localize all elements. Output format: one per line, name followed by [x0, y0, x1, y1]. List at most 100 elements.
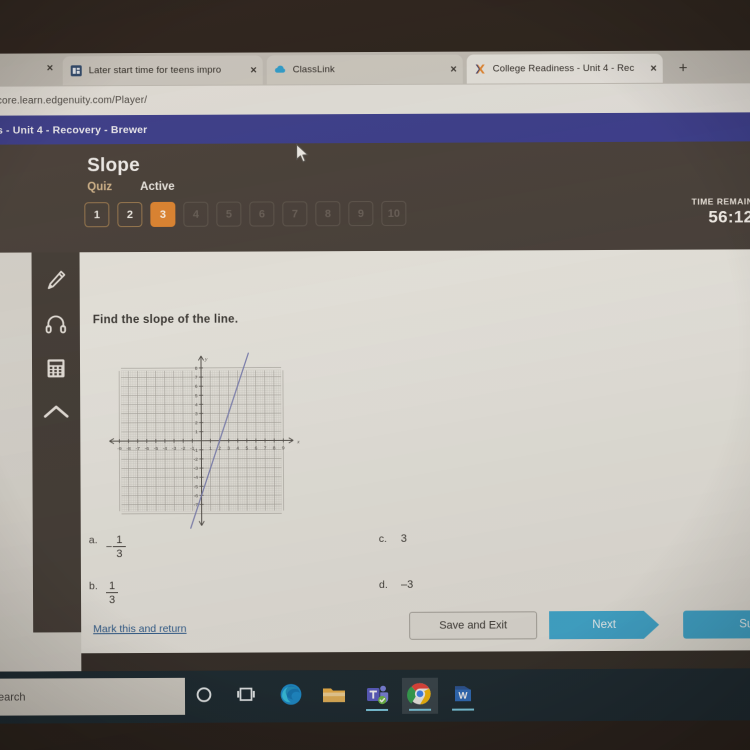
svg-text:-4: -4 [163, 446, 168, 452]
url-text: core.learn.edgenuity.com/Player/ [0, 94, 148, 107]
minus-sign: − [105, 541, 113, 554]
new-tab-button[interactable]: + [679, 60, 688, 77]
edge-button[interactable] [273, 678, 309, 714]
question-prompt: Find the slope of the line. [92, 313, 239, 327]
photograph-of-monitor: × Later start time for teens impro × Cla… [0, 0, 750, 750]
graph-svg: -9 -8 -7 -6 -5 -4 -3 -2 -1 1 2 3 4 5 6 7 8 987654321-1-2-… [109, 352, 300, 529]
activity-status-label: Active [140, 180, 175, 194]
choice-value-a: − 1 3 [106, 534, 126, 561]
activity-type-label: Quiz [87, 181, 113, 194]
svg-text:-5: -5 [154, 446, 159, 452]
word-button[interactable]: W [445, 678, 481, 714]
browser-address-bar[interactable]: core.learn.edgenuity.com/Player/ [0, 83, 750, 116]
answer-choice-b[interactable]: b. 1 3 [88, 580, 119, 607]
question-number-7[interactable]: 7 [282, 201, 308, 227]
choice-value-b: 1 3 [105, 580, 119, 607]
coordinate-graph: -9 -8 -7 -6 -5 -4 -3 -2 -1 1 2 3 4 5 6 7 8 9 8 7 6 5 4 3 2 1 -1 -2-… [90, 327, 311, 546]
svg-text:8: 8 [273, 445, 276, 451]
svg-text:3: 3 [227, 446, 230, 452]
svg-text:6: 6 [195, 384, 198, 390]
svg-text:4: 4 [236, 446, 239, 452]
question-number-10[interactable]: 10 [381, 200, 407, 226]
timer-label: TIME REMAIN [691, 196, 750, 207]
save-and-exit-button[interactable]: Save and Exit [409, 611, 538, 640]
question-number-6[interactable]: 6 [249, 201, 275, 227]
task-view-button[interactable] [228, 678, 264, 714]
svg-text:4: 4 [195, 402, 198, 408]
svg-text:2: 2 [218, 446, 221, 452]
word-icon: W [451, 681, 475, 710]
audio-tool-button[interactable] [32, 304, 80, 348]
circle-icon [194, 684, 214, 709]
windows-taskbar: earch W [0, 668, 750, 724]
question-number-1[interactable]: 1 [84, 202, 110, 228]
question-number-5[interactable]: 5 [216, 201, 242, 227]
svg-text:5: 5 [195, 393, 198, 399]
fraction-denominator: 3 [109, 594, 116, 607]
svg-text:-8: -8 [126, 446, 131, 452]
monitor-screen: × Later start time for teens impro × Cla… [0, 50, 750, 672]
svg-text:-7: -7 [135, 446, 140, 452]
svg-text:-4: -4 [194, 475, 199, 481]
next-button[interactable]: Next [549, 611, 659, 639]
question-number-4[interactable]: 4 [183, 201, 209, 227]
browser-tab-edgenuity[interactable]: College Readiness - Unit 4 - Rec × [466, 53, 663, 84]
question-number-nav: 1 2 3 4 5 6 7 8 9 10 [84, 200, 407, 228]
mouse-cursor [295, 143, 310, 169]
svg-text:3: 3 [195, 411, 198, 417]
svg-text:-9: -9 [117, 446, 122, 452]
svg-text:-1: -1 [194, 448, 199, 454]
answer-choice-a[interactable]: a. − 1 3 [89, 534, 126, 561]
question-number-8[interactable]: 8 [315, 201, 341, 227]
file-explorer-button[interactable] [316, 678, 352, 714]
news-favicon [69, 64, 83, 78]
question-number-2[interactable]: 2 [117, 202, 143, 228]
collapse-tool-button[interactable] [32, 392, 80, 436]
mark-and-return-link[interactable]: Mark this and return [93, 623, 186, 635]
browser-tab-news[interactable]: Later start time for teens impro × [62, 55, 263, 86]
answer-choice-c[interactable]: c. 3 [379, 533, 407, 545]
question-footer: Mark this and return Save and Exit Next … [81, 606, 750, 653]
chrome-button[interactable] [401, 677, 439, 714]
submit-button[interactable]: Submit [683, 610, 750, 639]
svg-text:2: 2 [195, 420, 198, 426]
browser-tab-classlink[interactable]: ClassLink × [266, 54, 463, 85]
svg-text:1: 1 [195, 429, 198, 435]
highlighter-tool-button[interactable] [32, 260, 80, 304]
chrome-running-indicator [409, 708, 432, 711]
timer-value: 56:12 [708, 207, 750, 227]
course-breadcrumb-bar: s - Unit 4 - Recovery - Brewer [0, 112, 750, 145]
taskbar-search-input[interactable]: earch [0, 677, 186, 716]
calculator-tool-button[interactable] [32, 348, 80, 392]
headphones-icon [43, 311, 69, 342]
svg-text:y: y [204, 357, 208, 363]
answer-choice-d[interactable]: d. –3 [379, 579, 413, 591]
browser-tab-title: College Readiness - Unit 4 - Rec [492, 62, 635, 75]
fraction-b: 1 3 [105, 580, 119, 607]
question-number-3[interactable]: 3 [150, 201, 176, 227]
browser-tab-title: Later start time for teens impro [88, 64, 222, 77]
teams-button[interactable] [359, 678, 395, 714]
fraction-denominator: 3 [116, 548, 123, 561]
choice-value-d: –3 [400, 578, 414, 591]
pencil-icon [43, 267, 69, 298]
tab-close-icon[interactable]: × [250, 64, 256, 76]
browser-tab-strip: × Later start time for teens impro × Cla… [0, 50, 750, 87]
chevron-up-icon [41, 399, 71, 430]
tab-close-icon[interactable]: × [650, 62, 656, 74]
svg-text:8: 8 [195, 366, 198, 372]
tab-close-icon-partial[interactable]: × [47, 62, 53, 74]
cortana-button[interactable] [186, 679, 222, 715]
tab-close-icon[interactable]: × [450, 63, 456, 75]
browser-tab-title: ClassLink [292, 64, 335, 76]
svg-text:-5: -5 [194, 484, 199, 490]
svg-text:7: 7 [264, 445, 267, 451]
choice-label-c: c. [378, 532, 387, 545]
edge-icon [278, 681, 304, 712]
task-view-icon [235, 684, 257, 709]
choice-label-a: a. [88, 534, 98, 547]
svg-text:-2: -2 [181, 446, 186, 452]
lesson-subheader: Quiz Active [87, 181, 175, 193]
choice-label-b: b. [88, 580, 98, 593]
question-number-9[interactable]: 9 [348, 201, 374, 227]
